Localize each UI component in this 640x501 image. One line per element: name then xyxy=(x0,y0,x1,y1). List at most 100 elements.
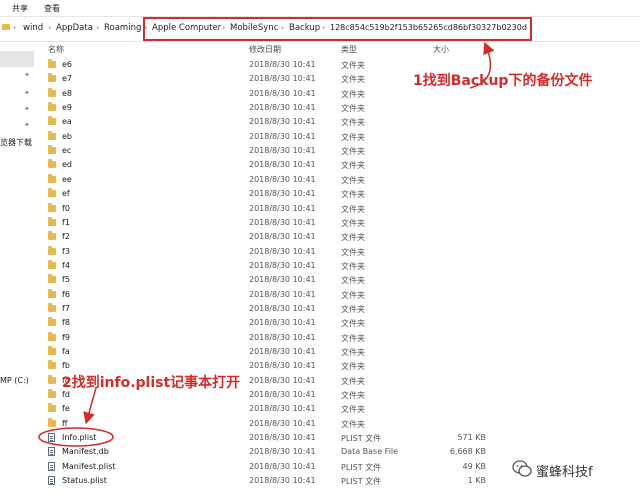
file-name: f1 xyxy=(62,217,70,227)
file-date: 2018/8/30 10:41 xyxy=(249,275,316,285)
file-name: e8 xyxy=(62,88,73,98)
folder-row[interactable]: f8 2018/8/30 10:41 文件夹 xyxy=(34,316,494,330)
folder-row[interactable]: f4 2018/8/30 10:41 文件夹 xyxy=(34,259,494,273)
folder-row[interactable]: f6 2018/8/30 10:41 文件夹 xyxy=(34,288,494,302)
pin-icon: ✦ xyxy=(24,105,30,113)
breadcrumb-segment[interactable]: Roaming xyxy=(104,23,141,33)
file-name: ef xyxy=(62,189,70,199)
file-type: 文件夹 xyxy=(341,104,365,114)
chevron-right-icon: › xyxy=(96,23,100,32)
file-name: fb xyxy=(62,361,70,371)
file-type: 文件夹 xyxy=(341,233,365,243)
folder-row[interactable]: f0 2018/8/30 10:41 文件夹 xyxy=(34,202,494,216)
file-date: 2018/8/30 10:41 xyxy=(249,404,316,414)
chevron-right-icon: › xyxy=(13,23,17,32)
file-date: 2018/8/30 10:41 xyxy=(249,117,316,127)
folder-row[interactable]: f7 2018/8/30 10:41 文件夹 xyxy=(34,302,494,316)
highlight-box-path xyxy=(143,17,532,41)
folder-row[interactable]: ef 2018/8/30 10:41 文件夹 xyxy=(34,187,494,201)
file-name: f8 xyxy=(62,318,70,328)
column-header-name[interactable]: 名称 xyxy=(48,44,64,55)
folder-row[interactable]: fa 2018/8/30 10:41 文件夹 xyxy=(34,345,494,359)
file-date: 2018/8/30 10:41 xyxy=(249,232,316,242)
file-row[interactable]: Info.plist 2018/8/30 10:41 PLIST 文件 571 KB xyxy=(34,431,494,445)
folder-row[interactable]: f3 2018/8/30 10:41 文件夹 xyxy=(34,245,494,259)
file-name: f5 xyxy=(62,275,70,285)
file-type: Data Base File xyxy=(341,447,399,457)
folder-row[interactable]: ff 2018/8/30 10:41 文件夹 xyxy=(34,417,494,431)
folder-icon xyxy=(48,403,56,413)
file-name: f0 xyxy=(62,203,70,213)
chevron-right-icon: › xyxy=(48,23,52,32)
file-name: ee xyxy=(62,174,72,184)
nav-item-drive-c[interactable]: MP (C:) xyxy=(0,376,29,385)
folder-icon xyxy=(48,274,56,284)
file-name: f3 xyxy=(62,246,70,256)
folder-row[interactable]: f9 2018/8/30 10:41 文件夹 xyxy=(34,331,494,345)
watermark-text: 蜜蜂科技f xyxy=(536,465,593,480)
tab-share[interactable]: 共享 xyxy=(12,3,28,14)
folder-row[interactable]: eb 2018/8/30 10:41 文件夹 xyxy=(34,130,494,144)
column-header-date[interactable]: 修改日期 xyxy=(249,44,281,55)
file-row[interactable]: Manifest.db 2018/8/30 10:41 Data Base File… xyxy=(34,445,494,459)
folder-icon xyxy=(48,259,56,269)
nav-selected-item[interactable] xyxy=(0,51,34,67)
file-date: 2018/8/30 10:41 xyxy=(249,390,316,400)
file-date: 2018/8/30 10:41 xyxy=(249,418,316,428)
file-type: 文件夹 xyxy=(341,75,365,85)
file-name: e7 xyxy=(62,74,73,84)
file-name: Manifest.db xyxy=(62,447,109,457)
file-type: 文件夹 xyxy=(341,175,365,185)
folder-row[interactable]: f1 2018/8/30 10:41 文件夹 xyxy=(34,216,494,230)
file-type: 文件夹 xyxy=(341,132,365,142)
folder-icon xyxy=(48,317,56,327)
folder-icon xyxy=(48,130,56,140)
file-name: f7 xyxy=(62,303,70,313)
folder-row[interactable]: ed 2018/8/30 10:41 文件夹 xyxy=(34,158,494,172)
breadcrumb-segment[interactable]: AppData xyxy=(56,23,93,33)
folder-row[interactable]: f5 2018/8/30 10:41 文件夹 xyxy=(34,273,494,287)
file-size: 1 KB xyxy=(467,476,486,486)
file-date: 2018/8/30 10:41 xyxy=(249,447,316,457)
breadcrumb-segment[interactable]: wind xyxy=(23,23,43,33)
file-date: 2018/8/30 10:41 xyxy=(249,289,316,299)
file-name: Manifest.plist xyxy=(62,461,116,471)
file-type: 文件夹 xyxy=(341,276,365,286)
file-type: 文件夹 xyxy=(341,304,365,314)
folder-icon xyxy=(48,59,56,68)
file-type: PLIST 文件 xyxy=(341,462,382,472)
file-date: 2018/8/30 10:41 xyxy=(249,375,316,385)
column-header-type[interactable]: 类型 xyxy=(341,44,357,55)
file-type: 文件夹 xyxy=(341,391,365,401)
file-row[interactable]: Manifest.plist 2018/8/30 10:41 PLIST 文件 49 … xyxy=(34,460,494,474)
file-name: f9 xyxy=(62,332,70,342)
folder-row[interactable]: fe 2018/8/30 10:41 文件夹 xyxy=(34,402,494,416)
file-type: 文件夹 xyxy=(341,376,365,386)
file-type: 文件夹 xyxy=(341,161,365,171)
tab-view[interactable]: 查看 xyxy=(44,3,60,14)
file-type: 文件夹 xyxy=(341,419,365,429)
nav-item-downloads[interactable]: 览器下载 xyxy=(0,137,32,148)
folder-row[interactable]: f2 2018/8/30 10:41 文件夹 xyxy=(34,230,494,244)
file-date: 2018/8/30 10:41 xyxy=(249,433,316,443)
file-row[interactable]: Status.plist 2018/8/30 10:41 PLIST 文件 1 KB xyxy=(34,474,494,488)
file-name: Info.plist xyxy=(62,433,97,443)
file-date: 2018/8/30 10:41 xyxy=(249,174,316,184)
folder-icon xyxy=(48,231,56,241)
file-type: 文件夹 xyxy=(341,319,365,329)
folder-icon xyxy=(48,245,56,255)
file-size: 49 KB xyxy=(462,461,486,471)
folder-row[interactable]: ee 2018/8/30 10:41 文件夹 xyxy=(34,173,494,187)
file-date: 2018/8/30 10:41 xyxy=(249,332,316,342)
file-name: f4 xyxy=(62,260,70,270)
folder-row[interactable]: ea 2018/8/30 10:41 文件夹 xyxy=(34,115,494,129)
folder-row[interactable]: ec 2018/8/30 10:41 文件夹 xyxy=(34,144,494,158)
file-date: 2018/8/30 10:41 xyxy=(249,203,316,213)
folder-row[interactable]: e9 2018/8/30 10:41 文件夹 xyxy=(34,101,494,115)
file-type: 文件夹 xyxy=(341,190,365,200)
folder-icon xyxy=(48,188,56,198)
column-header-size[interactable]: 大小 xyxy=(433,44,449,55)
file-type: PLIST 文件 xyxy=(341,434,382,444)
file-name: ed xyxy=(62,160,72,170)
folder-icon xyxy=(48,331,56,341)
